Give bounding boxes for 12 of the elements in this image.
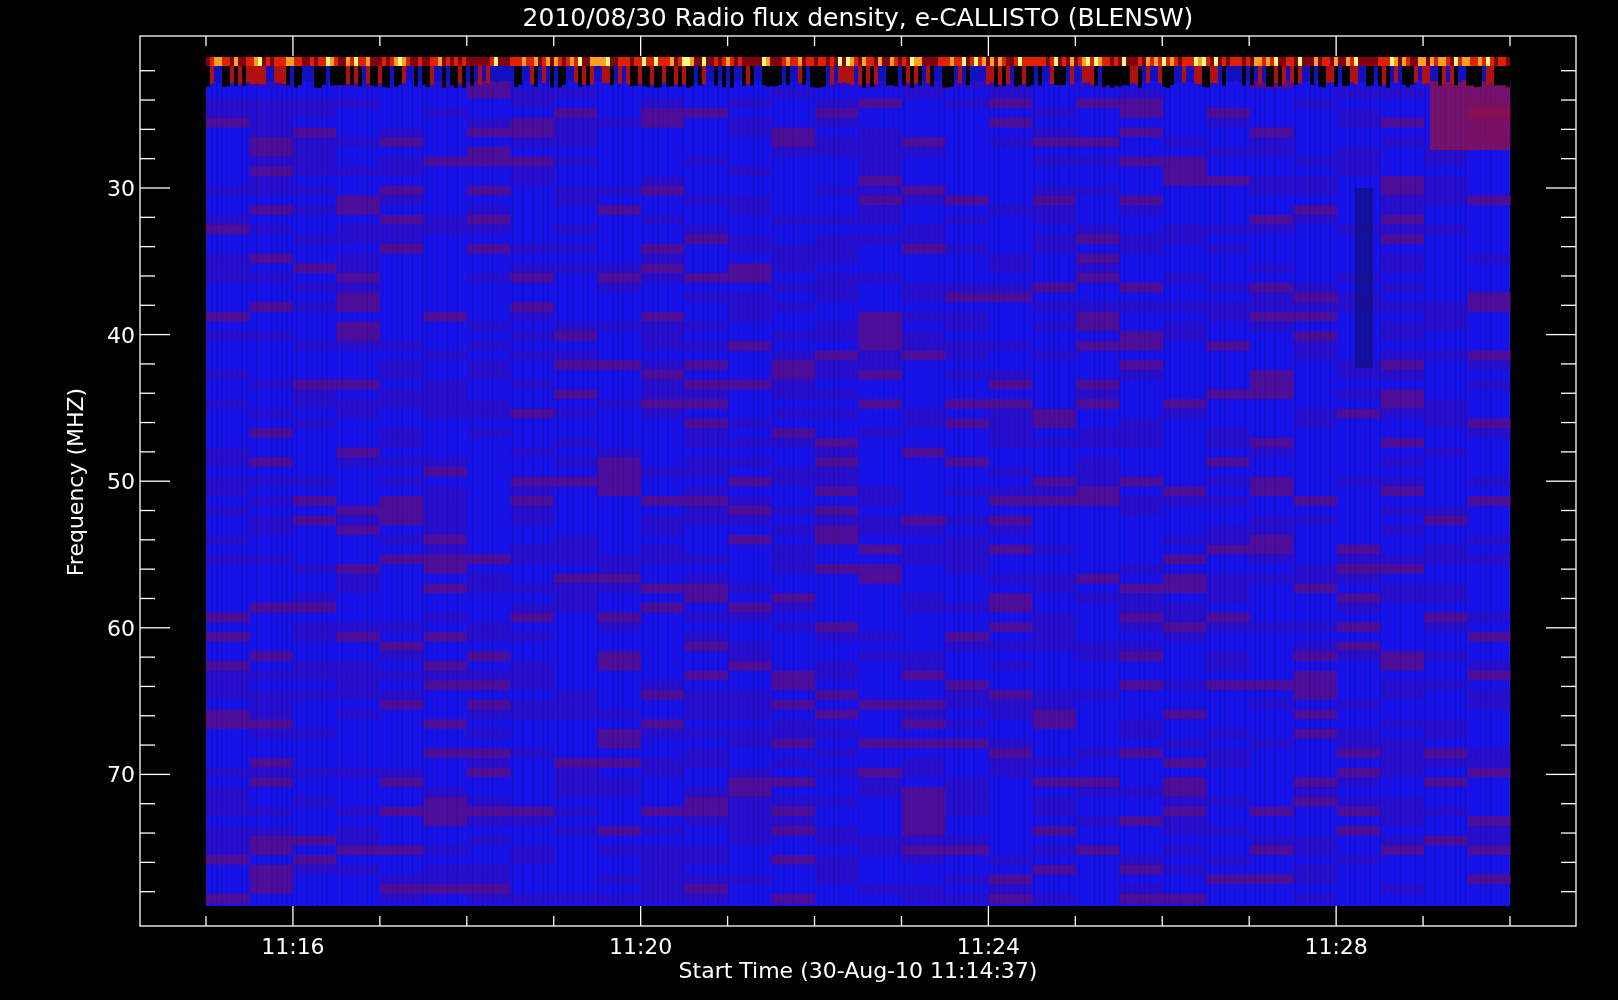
y-tick-label: 40 xyxy=(107,322,135,348)
x-tick-label: 11:20 xyxy=(608,934,673,959)
x-tick-label: 11:24 xyxy=(956,934,1021,959)
x-tick-label: 11:28 xyxy=(1304,934,1368,959)
chart-title: 2010/08/30 Radio flux density, e-CALLISTO (BLENSW) xyxy=(522,3,1194,32)
y-tick-label: 50 xyxy=(107,469,135,495)
x-tick-label: 11:16 xyxy=(261,934,325,959)
y-axis-label: Frequency (MHZ) xyxy=(63,387,88,577)
x-axis-label: Start Time (30-Aug-10 11:14:37) xyxy=(678,958,1038,983)
y-tick-label: 30 xyxy=(107,176,135,201)
y-tick-label: 60 xyxy=(107,615,135,641)
y-tick-label: 70 xyxy=(107,762,135,788)
